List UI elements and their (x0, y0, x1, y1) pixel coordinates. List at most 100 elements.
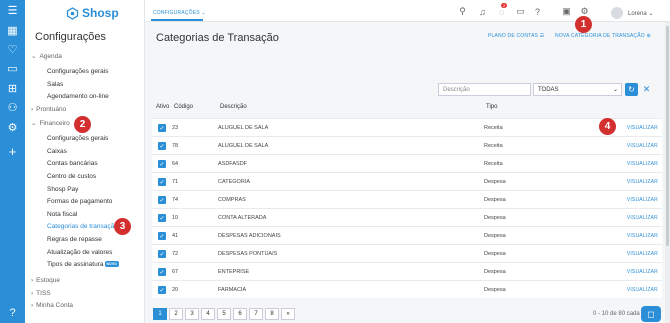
sidebar-item-formas[interactable]: Formas de pagamento (47, 198, 112, 205)
active-checkbox[interactable]: ✓ (158, 196, 166, 204)
heart-icon[interactable]: ♡ (6, 43, 19, 56)
table-row[interactable]: ✓ 41 DESPESAS ADICIONAIS Despesa VISUALIZAR (152, 226, 662, 244)
sidebar-item-categorias[interactable]: Categorias de transação (47, 223, 118, 230)
brand-name: Shosp (82, 6, 119, 20)
active-checkbox[interactable]: ✓ (158, 142, 166, 150)
table-row[interactable]: ✓ 71 CATEGORIA Despesa VISUALIZAR (152, 172, 662, 190)
table-row[interactable]: ✓ 78 ALUGUEL DE SALA Receita VISUALIZAR (152, 136, 662, 154)
visualizar-link[interactable]: VISUALIZAR (627, 197, 658, 203)
visualizar-link[interactable]: VISUALIZAR (627, 143, 658, 149)
chevron-right-icon: › (31, 290, 34, 297)
chevron-down-icon: ⌄ (31, 53, 37, 60)
refresh-button[interactable]: ↻ (625, 83, 638, 96)
menu-icon[interactable]: ☰ (6, 4, 19, 17)
sidebar-item-contas[interactable]: Contas bancárias (47, 160, 98, 167)
col-tipo[interactable]: Tipo (486, 104, 497, 110)
table-row[interactable]: ✓ 10 CONTA ALTERADA Despesa VISUALIZAR (152, 208, 662, 226)
active-checkbox[interactable]: ✓ (158, 250, 166, 258)
chat-button[interactable]: ◻ (641, 306, 661, 322)
visualizar-link[interactable]: VISUALIZAR (627, 215, 658, 221)
sidebar-item-salas[interactable]: Salas (47, 81, 63, 88)
top-bar: CONFIGURAÇÕES ⌄ (145, 0, 670, 22)
col-descricao[interactable]: Descrição (220, 104, 247, 110)
sidebar-item-repasse[interactable]: Regras de repasse (47, 236, 102, 243)
cart-icon[interactable]: ⊞ (6, 82, 19, 95)
page-button[interactable]: 4 (201, 308, 215, 320)
section-agenda[interactable]: ⌄ Agenda (31, 52, 62, 61)
breadcrumb[interactable]: CONFIGURAÇÕES ⌄ (153, 10, 206, 16)
section-estoque[interactable]: › Estoque (31, 277, 60, 284)
add-icon[interactable]: + (6, 144, 19, 159)
active-checkbox[interactable]: ✓ (158, 178, 166, 186)
table-row[interactable]: ✓ 64 ASDFASDF Receita VISUALIZAR (152, 154, 662, 172)
active-checkbox[interactable]: ✓ (158, 232, 166, 240)
page-button[interactable]: 7 (249, 308, 263, 320)
sidebar-item-atualizacao[interactable]: Atualização de valores (47, 249, 112, 256)
col-codigo[interactable]: Código (174, 104, 193, 110)
active-checkbox[interactable]: ✓ (158, 124, 166, 132)
table-row[interactable]: ✓ 20 FARMACIA Despesa VISUALIZAR (152, 280, 662, 298)
page-button[interactable]: 1 (153, 308, 167, 320)
section-financeiro[interactable]: ⌄ Financeiro (31, 119, 70, 128)
check-icon: ✓ (159, 125, 165, 132)
type-filter-select[interactable]: TODAS ⌄ (533, 83, 622, 96)
active-checkbox[interactable]: ✓ (158, 268, 166, 276)
help-circle-icon[interactable]: ? (532, 6, 543, 17)
col-ativo[interactable]: Ativo (156, 104, 169, 110)
section-tiss[interactable]: › TISS (31, 290, 51, 297)
active-checkbox[interactable]: ✓ (158, 286, 166, 294)
clear-filter-button[interactable]: ✕ (641, 83, 652, 96)
page-button[interactable]: 8 (265, 308, 279, 320)
sidebar-item-centro[interactable]: Centro de custos (47, 173, 96, 180)
table-row[interactable]: ✓ 72 DESPESAS PONTUAIS Despesa VISUALIZAR (152, 244, 662, 262)
page-title: Categorias de Transação (156, 32, 279, 44)
nova-categoria-link[interactable]: NOVA CATEGORIA DE TRANSAÇÃO ⊕ (555, 33, 651, 39)
visualizar-link[interactable]: VISUALIZAR (627, 233, 658, 239)
user-menu[interactable]: Lorena ⌄ (628, 10, 653, 17)
visualizar-link[interactable]: VISUALIZAR (627, 161, 658, 167)
check-icon: ✓ (159, 233, 165, 240)
monitor-icon[interactable]: ▭ (515, 6, 526, 17)
sidebar-item-caixas[interactable]: Caixas (47, 148, 67, 155)
sidebar-title: Configurações (35, 31, 106, 43)
dashboard-icon[interactable]: ▣ (561, 6, 572, 17)
bell-icon[interactable]: ♫ (477, 6, 488, 17)
settings-icon[interactable]: ⚙ (6, 121, 19, 134)
page-button[interactable]: 2 (169, 308, 183, 320)
section-minha-conta[interactable]: › Minha Conta (31, 302, 73, 309)
sidebar-item-agenda-config[interactable]: Configurações gerais (47, 68, 108, 75)
avatar[interactable] (611, 7, 623, 19)
scrollbar[interactable] (665, 22, 670, 323)
sidebar-item-agendamento[interactable]: Agendamento on-line (47, 93, 109, 100)
users-icon[interactable]: ⚇ (6, 101, 19, 114)
row-description: CATEGORIA (218, 179, 250, 185)
calendar-icon[interactable]: ▦ (6, 24, 19, 37)
table-row[interactable]: ✓ 23 ALUGUEL DE SALA Receita VISUALIZAR (152, 118, 662, 136)
money-icon[interactable]: ▭ (6, 62, 19, 75)
visualizar-link[interactable]: VISUALIZAR (627, 251, 658, 257)
visualizar-link[interactable]: VISUALIZAR (627, 125, 658, 131)
page-button[interactable]: 6 (233, 308, 247, 320)
active-checkbox[interactable]: ✓ (158, 214, 166, 222)
next-page-button[interactable]: » (281, 308, 295, 320)
sidebar-item-nota[interactable]: Nota fiscal (47, 211, 77, 218)
active-checkbox[interactable]: ✓ (158, 160, 166, 168)
sidebar-item-fin-config[interactable]: Configurações gerais (47, 135, 108, 142)
chevron-right-icon: › (31, 277, 34, 284)
search-icon[interactable]: ⚲ (457, 6, 468, 17)
sidebar-item-assinatura[interactable]: Tipos de assinatura NOVO (47, 261, 119, 268)
description-filter-input[interactable]: Descrição (438, 83, 531, 96)
page-button[interactable]: 3 (185, 308, 199, 320)
section-prontuario[interactable]: › Prontuário (31, 106, 66, 113)
visualizar-link[interactable]: VISUALIZAR (627, 179, 658, 185)
page-button[interactable]: 5 (217, 308, 231, 320)
visualizar-link[interactable]: VISUALIZAR (627, 287, 658, 293)
table-row[interactable]: ✓ 67 ENTEPRISE Despesa VISUALIZAR (152, 262, 662, 280)
row-code: 71 (172, 179, 179, 185)
plano-de-contas-link[interactable]: PLANO DE CONTAS ☰ (488, 33, 544, 39)
sidebar-item-shosp-pay[interactable]: Shosp Pay (47, 186, 78, 193)
visualizar-link[interactable]: VISUALIZAR (627, 269, 658, 275)
scrollbar-thumb[interactable] (666, 26, 669, 246)
help-icon[interactable]: ? (6, 306, 19, 319)
table-row[interactable]: ✓ 74 COMPRAS Despesa VISUALIZAR (152, 190, 662, 208)
